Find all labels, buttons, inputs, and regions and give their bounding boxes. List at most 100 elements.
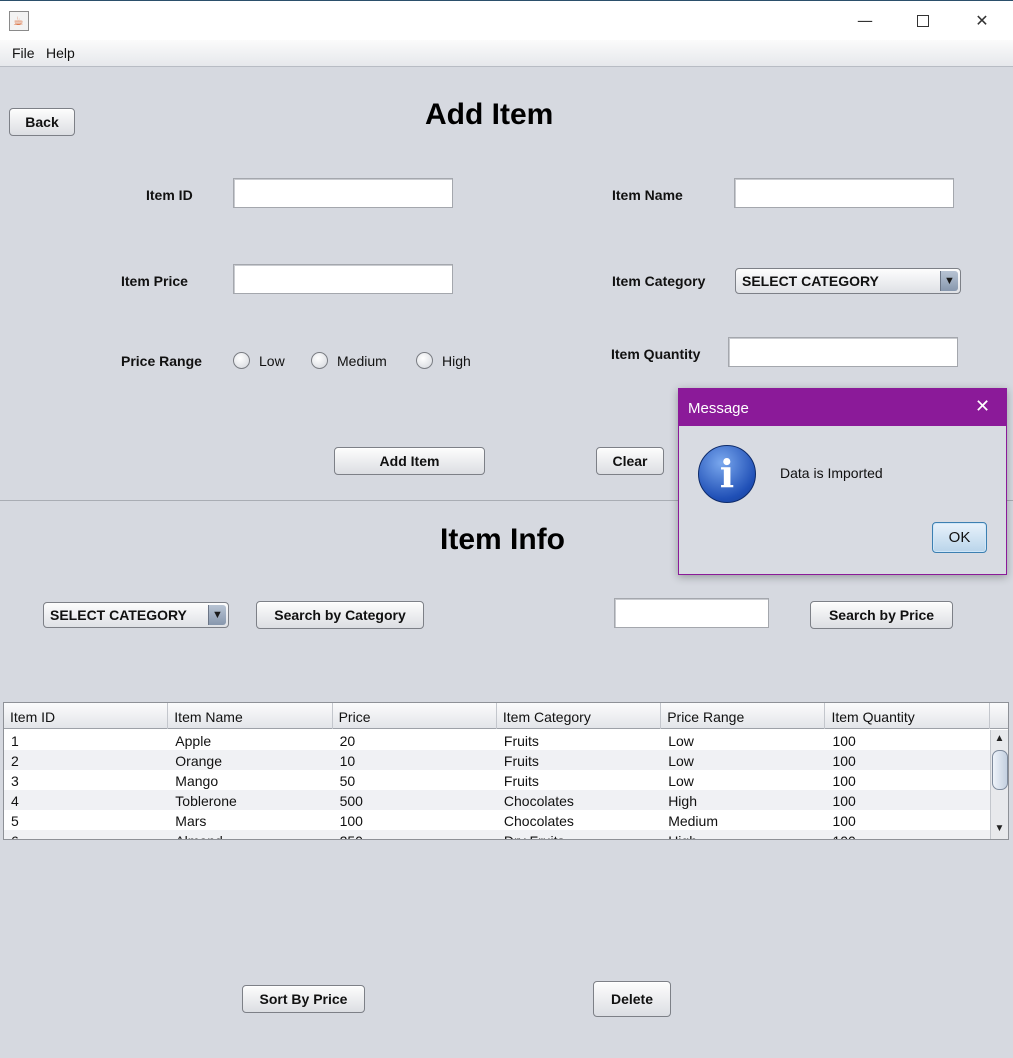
column-header[interactable]: Price Range	[661, 703, 826, 729]
table-cell: 100	[339, 813, 363, 829]
table-cell: Almond	[168, 830, 332, 839]
radio-low[interactable]: Low	[233, 352, 285, 369]
info-icon: i	[698, 445, 756, 503]
scroll-up-icon[interactable]: ▲	[993, 732, 1006, 746]
back-button[interactable]: Back	[9, 108, 75, 136]
table-cell: Orange	[175, 753, 222, 769]
table-cell: 500	[339, 793, 363, 809]
radio-high-label: High	[442, 352, 471, 369]
table-row[interactable]: 2 Orange 10 Fruits Low 100	[4, 750, 990, 770]
column-header[interactable]: Item Quantity	[825, 703, 990, 729]
price-range-label: Price Range	[121, 353, 202, 369]
column-header[interactable]: Item Name	[168, 703, 333, 729]
table-cell: Apple	[175, 733, 212, 749]
radio-high[interactable]: High	[416, 352, 471, 369]
table-cell: 1	[11, 733, 19, 749]
table-cell: Low	[668, 753, 694, 769]
minimize-button[interactable]: —	[850, 7, 880, 35]
table-body: 1 Apple 20 Fruits Low 100 2 Orange 10 Fr…	[4, 730, 990, 839]
table-cell: 100	[825, 830, 989, 839]
table-cell: Mango	[175, 773, 219, 789]
add-item-title: Add Item	[425, 98, 554, 131]
radio-circle-icon	[233, 352, 250, 369]
item-id-field[interactable]	[233, 178, 453, 208]
search-by-price-button[interactable]: Search by Price	[810, 601, 953, 629]
table-cell: 100	[832, 793, 856, 809]
menu-help[interactable]: Help	[46, 45, 75, 61]
table-cell: 5	[11, 813, 19, 829]
table-cell: Low	[668, 773, 694, 789]
table-cell: 6	[4, 830, 168, 839]
column-header[interactable]: Item Category	[497, 703, 662, 729]
item-info-title: Item Info	[440, 523, 565, 556]
sort-by-price-button[interactable]: Sort By Price	[242, 985, 365, 1013]
table-scrollbar[interactable]: ▲ ▼	[990, 730, 1008, 839]
item-quantity-label: Item Quantity	[611, 346, 701, 362]
java-app-icon: ☕	[9, 11, 29, 31]
search-category-value: SELECT CATEGORY	[50, 607, 187, 623]
search-by-category-button[interactable]: Search by Category	[256, 601, 424, 629]
item-quantity-field[interactable]	[728, 337, 958, 367]
radio-low-label: Low	[259, 352, 285, 369]
table-row[interactable]: 5 Mars 100 Chocolates Medium 100	[4, 810, 990, 830]
table-cell: Mars	[175, 813, 207, 829]
table-row[interactable]: 1 Apple 20 Fruits Low 100	[4, 730, 990, 750]
table-cell: 10	[339, 753, 356, 769]
table-cell: 50	[339, 773, 356, 789]
search-price-field[interactable]	[614, 598, 769, 628]
table-cell: Chocolates	[503, 813, 574, 829]
table-cell: 20	[339, 733, 356, 749]
radio-circle-icon	[416, 352, 433, 369]
table-cell: Chocolates	[503, 793, 574, 809]
radio-medium[interactable]: Medium	[311, 352, 387, 369]
table-cell: 2	[11, 753, 19, 769]
table-cell: 100	[832, 733, 856, 749]
close-icon[interactable]: ✕	[975, 396, 990, 417]
message-dialog: Message ✕ i Data is Imported OK	[678, 388, 1007, 575]
table-cell: 100	[832, 773, 856, 789]
table-cell: Dry Fruits	[497, 830, 661, 839]
item-category-label: Item Category	[612, 273, 706, 289]
items-table: Item ID Item Name Price Item Category Pr…	[3, 702, 1009, 840]
maximize-button[interactable]	[908, 7, 938, 35]
item-price-label: Item Price	[121, 273, 188, 289]
scroll-down-icon[interactable]: ▼	[993, 822, 1006, 836]
window-titlebar: ☕ — ✕	[0, 0, 1013, 40]
window-close-button[interactable]: ✕	[967, 7, 997, 35]
column-header[interactable]: Item ID	[4, 703, 169, 729]
radio-medium-label: Medium	[337, 352, 387, 369]
table-cell: Toblerone	[175, 793, 237, 809]
menu-bar: File Help	[0, 40, 1013, 67]
table-cell: Fruits	[503, 733, 539, 749]
header-corner	[990, 703, 1008, 729]
table-cell: 250	[333, 830, 497, 839]
radio-circle-icon	[311, 352, 328, 369]
item-name-field[interactable]	[734, 178, 954, 208]
table-cell: Fruits	[503, 753, 539, 769]
table-cell: 100	[832, 753, 856, 769]
delete-button[interactable]: Delete	[593, 981, 671, 1017]
item-price-field[interactable]	[233, 264, 453, 294]
table-row[interactable]: 6 Almond 250 Dry Fruits High 100	[4, 830, 990, 839]
table-row[interactable]: 3 Mango 50 Fruits Low 100	[4, 770, 990, 790]
menu-file[interactable]: File	[12, 45, 35, 61]
item-id-label: Item ID	[146, 187, 193, 203]
chevron-down-icon: ▼	[208, 605, 226, 625]
column-header[interactable]: Price	[333, 703, 497, 729]
chevron-down-icon: ▼	[940, 271, 958, 291]
table-row[interactable]: 4 Toblerone 500 Chocolates High 100	[4, 790, 990, 810]
table-cell: 3	[11, 773, 19, 789]
clear-button[interactable]: Clear	[596, 447, 664, 475]
search-category-select[interactable]: SELECT CATEGORY ▼	[43, 602, 229, 628]
ok-button[interactable]: OK	[932, 522, 987, 553]
table-cell: High	[668, 793, 697, 809]
maximize-icon	[917, 15, 929, 27]
item-category-value: SELECT CATEGORY	[742, 273, 879, 289]
add-item-button[interactable]: Add Item	[334, 447, 485, 475]
table-cell: Fruits	[503, 773, 539, 789]
table-cell: Low	[668, 733, 694, 749]
table-cell: 4	[11, 793, 19, 809]
scroll-thumb[interactable]	[992, 750, 1008, 790]
item-category-select[interactable]: SELECT CATEGORY ▼	[735, 268, 961, 294]
table-cell: High	[661, 830, 825, 839]
